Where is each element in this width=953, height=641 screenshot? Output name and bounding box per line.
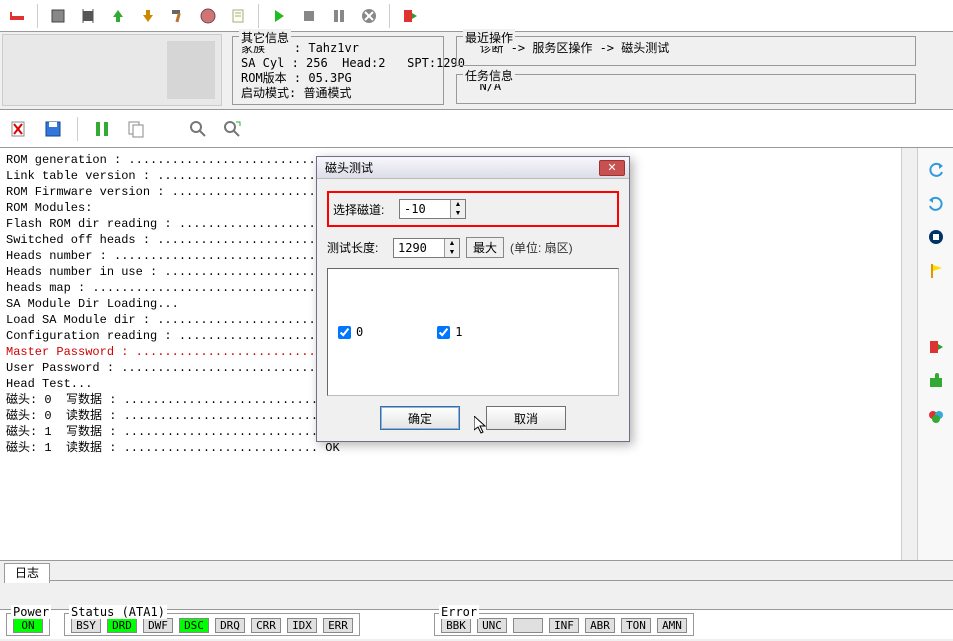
other-info-legend: 其它信息 <box>239 29 291 46</box>
status-chip: DRD <box>107 618 137 633</box>
task-info-group: 任务信息 N/A <box>456 74 916 104</box>
toolbar-sep <box>389 4 390 28</box>
power-chip: ON <box>13 618 43 633</box>
recent-ops-line: 诊断 -> 服务区操作 -> 磁头测试 <box>465 41 907 56</box>
dialog-close-button[interactable]: ✕ <box>599 160 625 176</box>
status-legend: Status (ATA1) <box>69 605 167 619</box>
status-bar: Power ON Status (ATA1) BSYDRDDWFDSCDRQCR… <box>0 609 953 639</box>
toolbar-btn-cancel[interactable] <box>356 3 382 29</box>
toolbar-btn-chip[interactable] <box>75 3 101 29</box>
toolbar-btn-pause[interactable] <box>326 3 352 29</box>
dialog-title: 磁头测试 <box>325 159 599 176</box>
dialog-buttons: 确定 取消 <box>327 406 619 430</box>
log-scrollbar[interactable] <box>901 148 917 560</box>
recent-ops-group: 最近操作 诊断 -> 服务区操作 -> 磁头测试 <box>456 36 916 66</box>
error-chip: UNC <box>477 618 507 633</box>
sub-toolbar <box>0 110 953 148</box>
error-chip: INF <box>549 618 579 633</box>
length-spinner[interactable]: ▲▼ <box>393 238 460 258</box>
cancel-button[interactable]: 取消 <box>486 406 566 430</box>
spinner-arrows[interactable]: ▲▼ <box>444 239 459 257</box>
info-panel: 其它信息 家族 : Tahz1vr SA Cyl : 256 Head:2 SP… <box>0 32 953 110</box>
max-button[interactable]: 最大 <box>466 237 504 258</box>
toolbar-btn-exit[interactable] <box>397 3 423 29</box>
status-chip: CRR <box>251 618 281 633</box>
dialog-titlebar[interactable]: 磁头测试 ✕ <box>317 157 629 179</box>
toolbar-sep <box>258 4 259 28</box>
unit-label: (单位: 扇区) <box>510 239 573 256</box>
rail-undo-icon[interactable] <box>925 158 947 180</box>
right-rail <box>917 148 953 560</box>
heads-checkbox-list: 0 1 <box>327 268 619 396</box>
ok-button[interactable]: 确定 <box>380 406 460 430</box>
length-label: 测试长度: <box>327 239 387 256</box>
rail-palette-icon[interactable] <box>925 404 947 426</box>
rail-record-icon[interactable] <box>925 226 947 248</box>
power-group: Power ON <box>6 613 50 636</box>
device-thumbnail <box>2 34 222 106</box>
error-chip: ABR <box>585 618 615 633</box>
track-row: 选择磁道: ▲▼ <box>327 191 619 227</box>
rail-puzzle-icon[interactable] <box>925 370 947 392</box>
length-input[interactable] <box>394 239 444 257</box>
toolbar-btn-play[interactable] <box>266 3 292 29</box>
footer-tab-log[interactable]: 日志 <box>4 563 50 583</box>
error-chip: AMN <box>657 618 687 633</box>
toolbar-sep <box>77 117 78 141</box>
status-ata-group: Status (ATA1) BSYDRDDWFDSCDRQCRRIDXERR <box>64 613 360 636</box>
error-group: Error BBKUNCINFABRTONAMN <box>434 613 694 636</box>
status-chip: DWF <box>143 618 173 633</box>
head-0-checkbox[interactable]: 0 <box>334 273 363 391</box>
track-label: 选择磁道: <box>333 201 393 218</box>
status-chip: ERR <box>323 618 353 633</box>
head-test-dialog: 磁头测试 ✕ 选择磁道: ▲▼ 测试长度: ▲▼ 最大 (单位: 扇区) 0 1… <box>316 156 630 442</box>
status-chip: DSC <box>179 618 209 633</box>
sub-btn-search2[interactable] <box>219 116 245 142</box>
status-chip: IDX <box>287 618 317 633</box>
log-line: 磁头: 1 读数据 : ........................... … <box>6 440 895 456</box>
status-chip: BSY <box>71 618 101 633</box>
sub-btn-delete[interactable] <box>6 116 32 142</box>
footer-tabs: 日志 <box>0 560 953 582</box>
recent-ops-legend: 最近操作 <box>463 29 515 46</box>
sub-btn-copy[interactable] <box>123 116 149 142</box>
length-row: 测试长度: ▲▼ 最大 (单位: 扇区) <box>327 237 619 258</box>
task-info-line: N/A <box>465 79 907 94</box>
toolbar-btn-down[interactable] <box>135 3 161 29</box>
sub-btn-pause[interactable] <box>89 116 115 142</box>
rail-redo-icon[interactable] <box>925 192 947 214</box>
error-chip: TON <box>621 618 651 633</box>
toolbar-sep <box>37 4 38 28</box>
power-legend: Power <box>11 605 51 619</box>
toolbar-btn-up[interactable] <box>105 3 131 29</box>
sub-btn-search1[interactable] <box>185 116 211 142</box>
status-chip: DRQ <box>215 618 245 633</box>
rail-door-icon[interactable] <box>925 336 947 358</box>
error-chip: BBK <box>441 618 471 633</box>
toolbar-btn-globe[interactable] <box>195 3 221 29</box>
info-line: ROM版本 : 05.3PG <box>241 71 435 86</box>
other-info-group: 其它信息 家族 : Tahz1vr SA Cyl : 256 Head:2 SP… <box>232 36 444 105</box>
error-chip <box>513 618 543 633</box>
info-line: SA Cyl : 256 Head:2 SPT:1290 <box>241 56 435 71</box>
track-input[interactable] <box>400 200 450 218</box>
toolbar-btn-hammer[interactable] <box>165 3 191 29</box>
main-toolbar <box>0 0 953 32</box>
toolbar-btn-book[interactable] <box>45 3 71 29</box>
sub-btn-save[interactable] <box>40 116 66 142</box>
task-info-legend: 任务信息 <box>463 67 515 84</box>
error-legend: Error <box>439 605 479 619</box>
track-spinner[interactable]: ▲▼ <box>399 199 466 219</box>
rail-flag-icon[interactable] <box>925 260 947 282</box>
toolbar-btn-stop[interactable] <box>296 3 322 29</box>
dialog-body: 选择磁道: ▲▼ 测试长度: ▲▼ 最大 (单位: 扇区) 0 1 确定 取消 <box>317 179 629 442</box>
head-1-checkbox[interactable]: 1 <box>433 273 462 391</box>
toolbar-btn-bed[interactable] <box>4 3 30 29</box>
info-line: 启动模式: 普通模式 <box>241 86 435 101</box>
spinner-arrows[interactable]: ▲▼ <box>450 200 465 218</box>
toolbar-btn-note[interactable] <box>225 3 251 29</box>
